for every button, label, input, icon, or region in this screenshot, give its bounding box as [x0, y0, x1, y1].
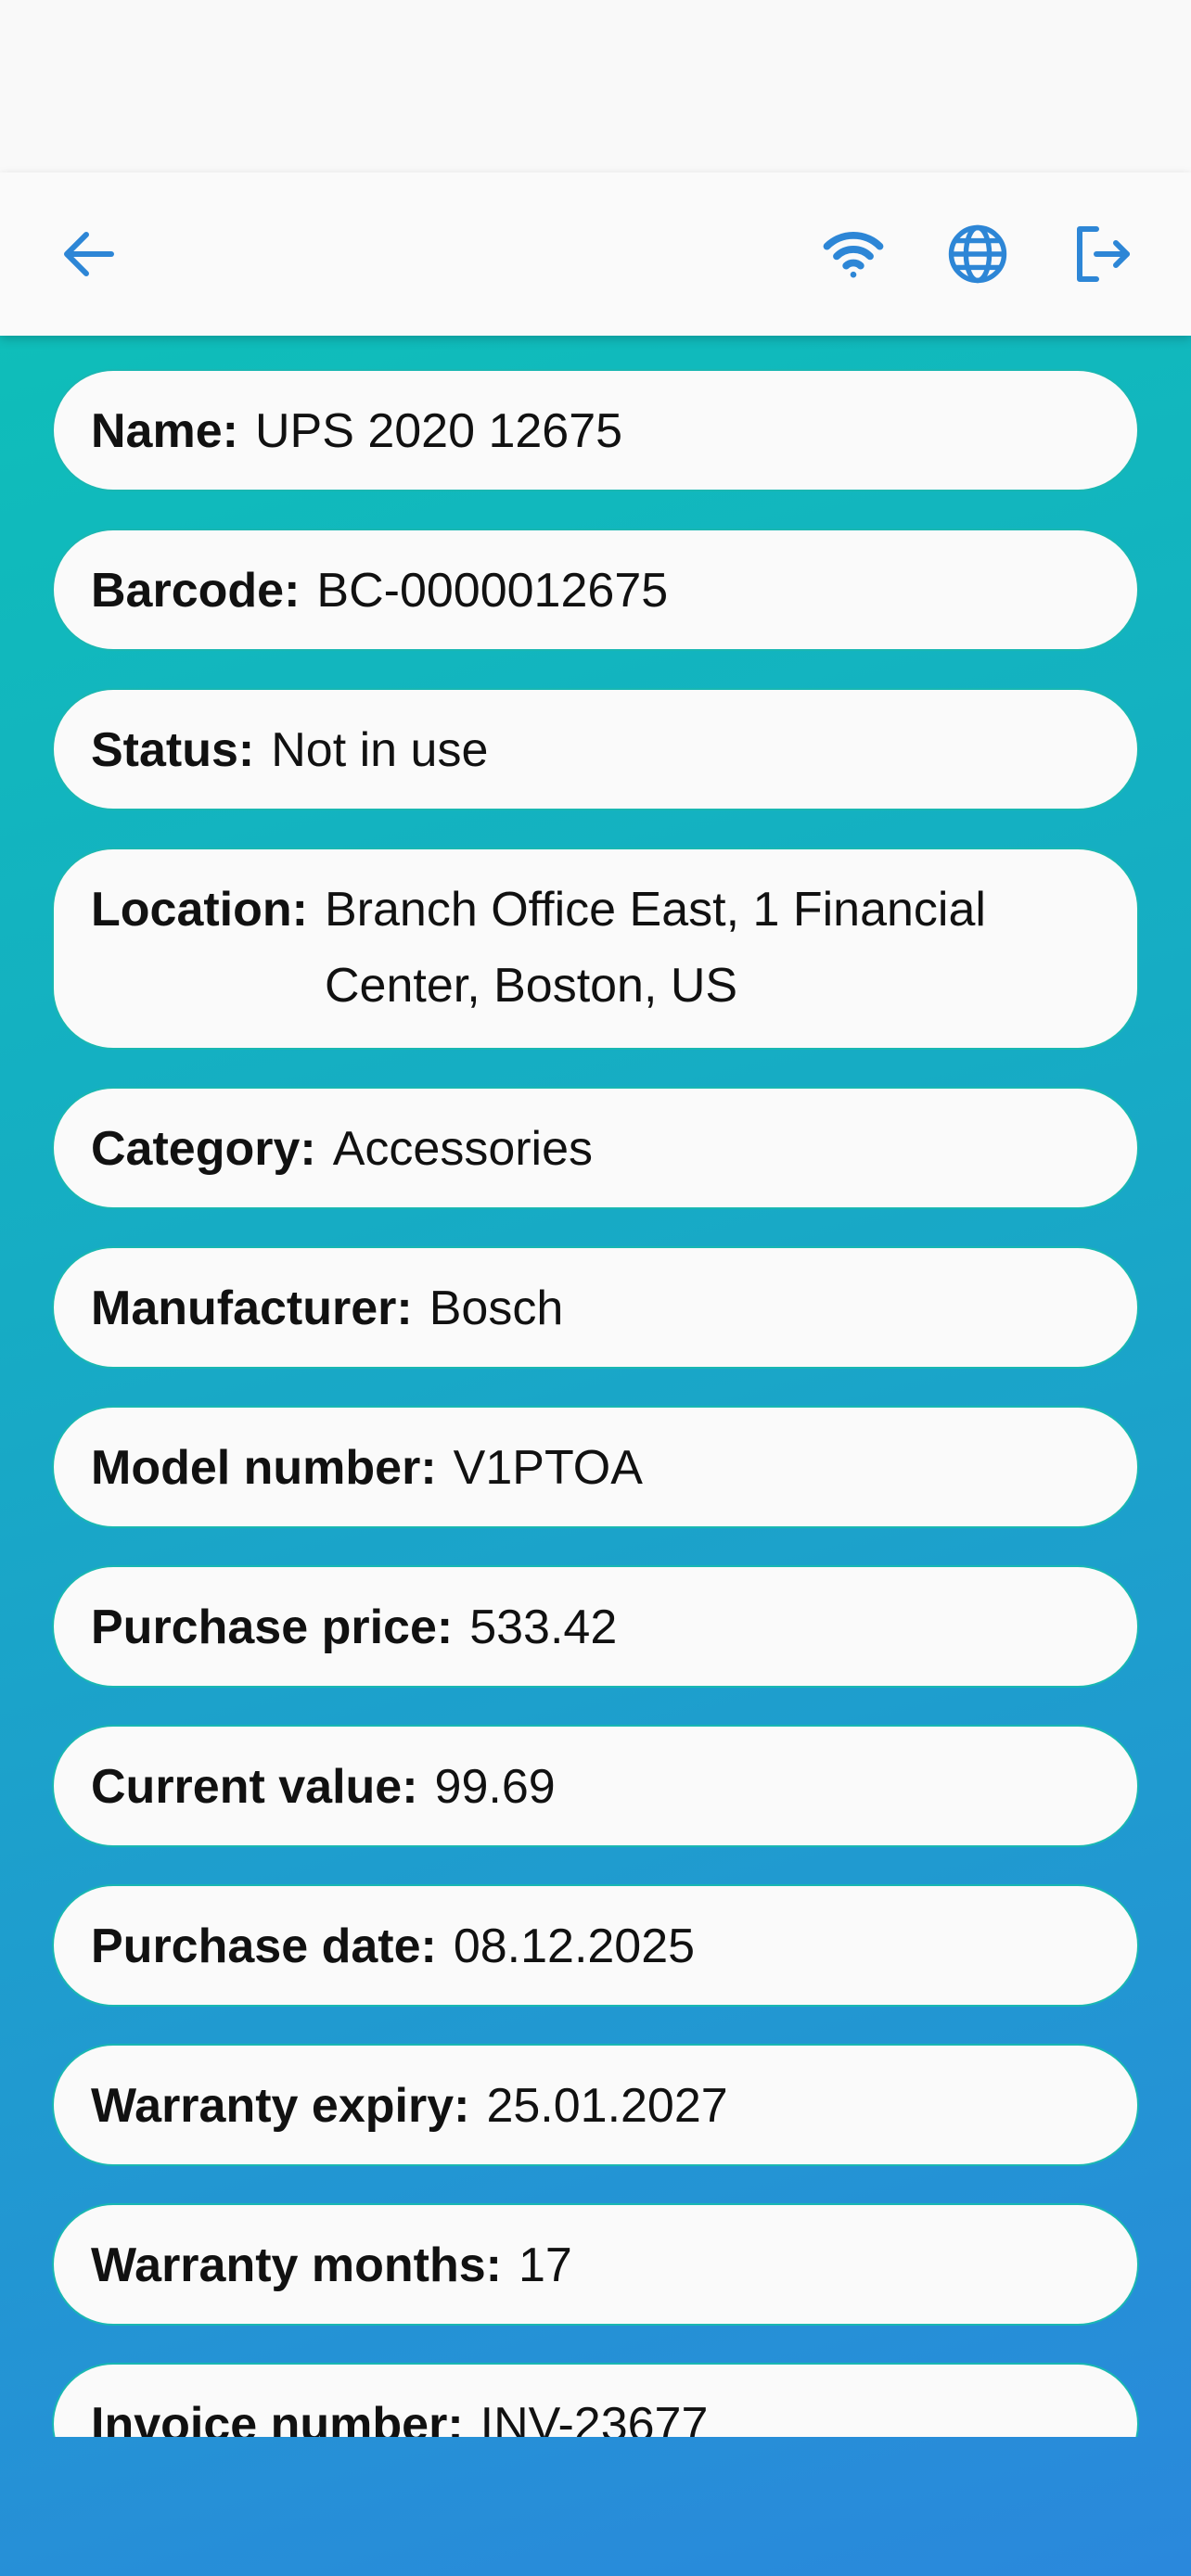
detail-row-manufacturer: Manufacturer: Bosch	[52, 1246, 1139, 1369]
detail-value: Bosch	[429, 1282, 564, 1335]
language-button[interactable]	[939, 215, 1017, 293]
detail-value: 533.42	[469, 1600, 618, 1654]
detail-label: Location:	[91, 883, 308, 937]
detail-row-current-value: Current value: 99.69	[52, 1725, 1139, 1847]
detail-row-warranty-expiry: Warranty expiry: 25.01.2027	[52, 2044, 1139, 2166]
status-bar	[0, 0, 1191, 172]
detail-label: Name:	[91, 404, 238, 458]
detail-label: Purchase price:	[91, 1600, 454, 1654]
detail-value: Branch Office East, 1 Financial Center, …	[324, 883, 986, 1013]
detail-row-model-number: Model number: V1PTOA	[52, 1406, 1139, 1528]
details-scroll-area[interactable]: Name: UPS 2020 12675 Barcode: BC-0000012…	[0, 336, 1191, 2437]
detail-value: 99.69	[434, 1760, 556, 1814]
detail-row-purchase-price: Purchase price: 533.42	[52, 1565, 1139, 1688]
detail-label: Model number:	[91, 1441, 437, 1495]
detail-row-status: Status: Not in use	[52, 688, 1139, 810]
detail-label: Purchase date:	[91, 1919, 437, 1973]
wifi-status-button[interactable]	[814, 215, 892, 293]
detail-row-name: Name: UPS 2020 12675	[52, 369, 1139, 491]
detail-value: V1PTOA	[453, 1441, 643, 1495]
detail-label: Invoice number:	[91, 2398, 464, 2437]
detail-label: Warranty months:	[91, 2238, 502, 2292]
back-button[interactable]	[50, 215, 128, 293]
detail-value: INV-23677	[480, 2398, 709, 2437]
logout-button[interactable]	[1063, 215, 1141, 293]
detail-value: Accessories	[332, 1122, 594, 1176]
detail-row-warranty-months: Warranty months: 17	[52, 2203, 1139, 2326]
detail-label: Warranty expiry:	[91, 2079, 470, 2133]
globe-icon	[948, 224, 1007, 284]
detail-value: BC-0000012675	[316, 564, 669, 618]
logout-icon	[1077, 226, 1130, 282]
detail-value: 08.12.2025	[453, 1919, 696, 1973]
detail-label: Current value:	[91, 1760, 418, 1814]
detail-row-location: Location: Branch Office East, 1 Financia…	[52, 848, 1139, 1050]
detail-row-purchase-date: Purchase date: 08.12.2025	[52, 1884, 1139, 2007]
detail-value: 25.01.2027	[486, 2079, 728, 2133]
detail-label: Status:	[91, 723, 255, 777]
app-bar	[0, 172, 1191, 336]
detail-label: Category:	[91, 1122, 316, 1176]
arrow-left-icon	[64, 232, 114, 276]
detail-label: Barcode:	[91, 564, 301, 618]
detail-value: UPS 2020 12675	[254, 404, 623, 458]
detail-row-barcode: Barcode: BC-0000012675	[52, 529, 1139, 651]
wifi-icon	[823, 231, 884, 278]
detail-value: Not in use	[271, 723, 489, 777]
detail-row-category: Category: Accessories	[52, 1087, 1139, 1209]
asset-details-list: Name: UPS 2020 12675 Barcode: BC-0000012…	[52, 369, 1139, 2437]
detail-row-invoice-number: Invoice number: INV-23677	[52, 2363, 1139, 2437]
detail-value: 17	[519, 2238, 572, 2292]
detail-label: Manufacturer:	[91, 1282, 413, 1335]
